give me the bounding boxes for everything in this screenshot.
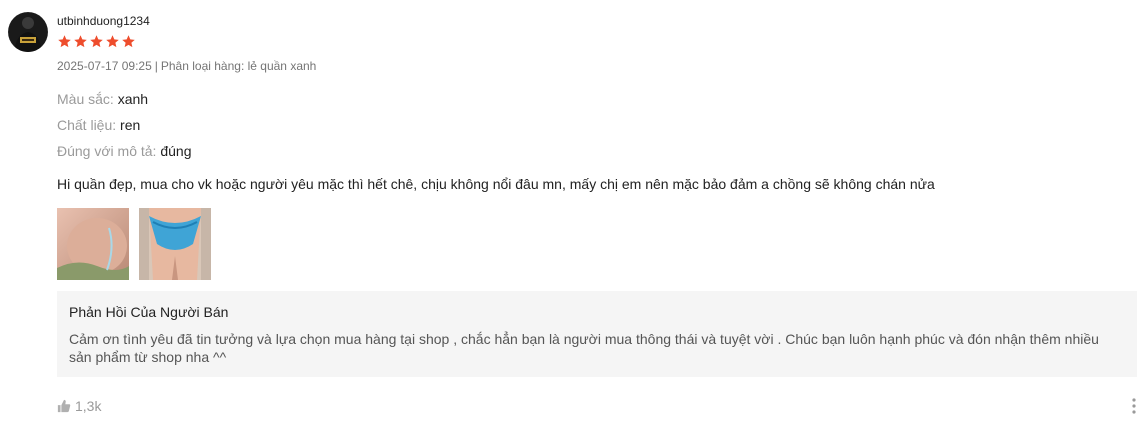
attribute-value: đúng — [160, 143, 192, 159]
star-icon — [74, 35, 87, 48]
attribute-key: Đúng với mô tả: — [57, 143, 157, 159]
star-icon — [122, 35, 135, 48]
more-options-button[interactable] — [1128, 396, 1140, 416]
seller-reply-title: Phản Hồi Của Người Bán — [69, 304, 229, 320]
avatar[interactable] — [8, 12, 48, 52]
like-button[interactable]: 1,3k — [57, 398, 101, 414]
seller-reply: Phản Hồi Của Người Bán Cảm ơn tình yêu đ… — [57, 291, 1137, 377]
attribute-value: xanh — [117, 91, 149, 107]
seller-reply-text: Cảm ơn tình yêu đã tin tưởng và lựa chọn… — [69, 331, 1099, 365]
review-comment: Hi quần đẹp, mua cho vk hoặc người yêu m… — [57, 176, 935, 192]
attribute-value: ren — [120, 117, 141, 133]
attribute-key: Chất liệu: — [57, 117, 117, 133]
star-icon — [106, 35, 119, 48]
product-review: utbinhduong1234 2025-07-17 09:25 | Phân lo… — [0, 0, 1147, 432]
review-photo — [57, 208, 129, 280]
star-icon — [58, 35, 71, 48]
rating-stars — [57, 34, 136, 49]
review-image-thumbnail[interactable] — [57, 208, 129, 280]
meta-separator: | — [154, 59, 158, 73]
attribute-row: Chất liệu: ren — [57, 117, 192, 143]
review-date: 2025-07-17 09:25 — [57, 59, 152, 73]
star-icon — [90, 35, 103, 48]
review-photo — [139, 208, 211, 280]
review-media — [57, 208, 211, 280]
reviewer-username[interactable]: utbinhduong1234 — [57, 14, 150, 28]
review-variation: Phân loại hàng: lẻ quần xanh — [160, 59, 317, 73]
review-image-thumbnail[interactable] — [139, 208, 211, 280]
thumbs-up-icon — [57, 399, 71, 413]
attribute-key: Màu sắc: — [57, 91, 114, 107]
review-meta: 2025-07-17 09:25 | Phân loại hàng: lẻ quần… — [57, 59, 316, 73]
attribute-row: Đúng với mô tả: đúng — [57, 143, 192, 169]
avatar-image — [8, 12, 48, 52]
review-attributes: Màu sắc: xanh Chất liệu: ren Đúng với mô… — [57, 91, 192, 169]
attribute-row: Màu sắc: xanh — [57, 91, 192, 117]
like-count: 1,3k — [75, 398, 102, 414]
more-vertical-icon — [1132, 398, 1136, 414]
